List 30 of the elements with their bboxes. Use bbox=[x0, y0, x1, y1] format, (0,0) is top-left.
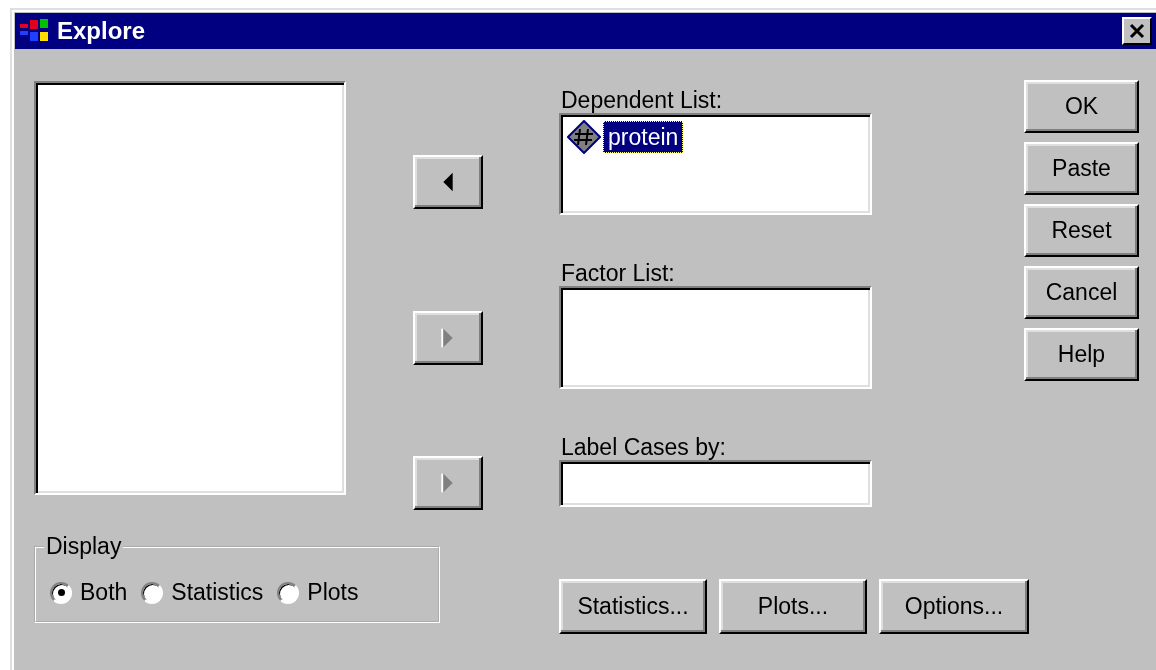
dependent-list-box[interactable]: protein bbox=[559, 113, 872, 215]
label-cases-field[interactable] bbox=[559, 460, 872, 507]
field-label: Factor List: bbox=[560, 260, 675, 286]
factor-list-box[interactable] bbox=[559, 286, 872, 389]
dialog-button[interactable]: OK bbox=[1024, 80, 1139, 133]
window-title: Explore bbox=[57, 17, 147, 45]
move-left-button[interactable] bbox=[413, 155, 483, 209]
options-button[interactable]: Options... bbox=[879, 579, 1029, 634]
close-icon bbox=[1129, 23, 1145, 39]
options-button[interactable]: Statistics... bbox=[559, 579, 707, 634]
field-label: Dependent List: bbox=[560, 87, 723, 113]
move-right-button[interactable] bbox=[413, 311, 483, 365]
options-button[interactable]: Plots... bbox=[719, 579, 867, 634]
radio-label[interactable]: Statistics bbox=[171, 579, 264, 606]
group-title: Display bbox=[45, 533, 123, 560]
list-item[interactable]: protein bbox=[603, 121, 684, 153]
numeric-variable-icon bbox=[567, 120, 601, 154]
move-right-button[interactable] bbox=[413, 456, 483, 510]
field-label: Label Cases by: bbox=[560, 434, 726, 460]
dialog-button[interactable]: Paste bbox=[1024, 142, 1139, 195]
radio-button[interactable] bbox=[277, 581, 300, 604]
close-button[interactable] bbox=[1122, 17, 1152, 45]
dialog-button[interactable]: Reset bbox=[1024, 204, 1139, 257]
radio-button[interactable] bbox=[50, 581, 72, 604]
radio-button[interactable] bbox=[141, 581, 164, 604]
dialog-button[interactable]: Cancel bbox=[1024, 266, 1139, 319]
dialog-button[interactable]: Help bbox=[1024, 328, 1139, 381]
radio-label[interactable]: Plots bbox=[307, 579, 359, 606]
radio-label[interactable]: Both bbox=[80, 579, 128, 606]
source-variable-list[interactable] bbox=[34, 81, 346, 495]
